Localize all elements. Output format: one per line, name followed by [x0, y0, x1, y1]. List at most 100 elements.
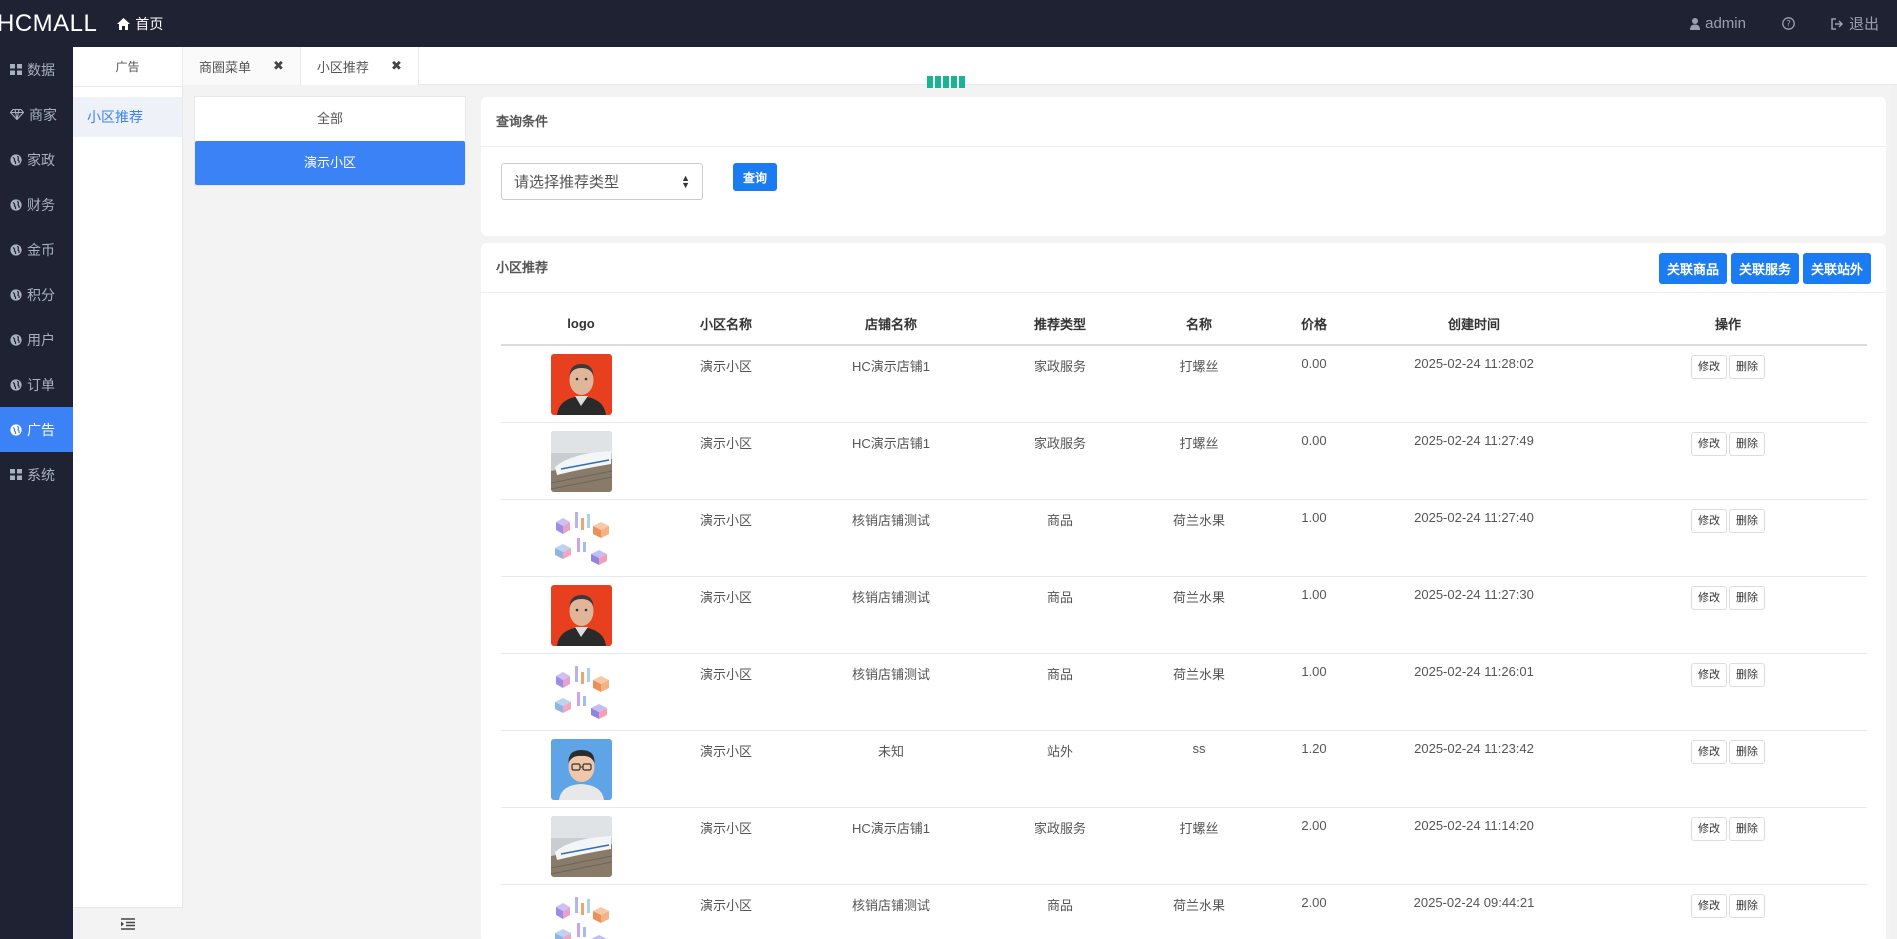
top-bar: HCMALL 首页 admin ? 退出: [0, 0, 1897, 47]
name-cell: ss: [1129, 730, 1269, 808]
tab-label: 小区推荐: [316, 59, 369, 75]
collapse-menu-button[interactable]: [73, 907, 183, 939]
community-item-all[interactable]: 全部: [195, 97, 465, 141]
logo-image[interactable]: [550, 584, 612, 646]
edit-button[interactable]: 修改: [1691, 662, 1727, 687]
edit-button[interactable]: 修改: [1691, 431, 1727, 456]
nav-item-label: 家政: [27, 151, 55, 168]
actions-cell: 修改 删除: [1589, 576, 1867, 654]
search-button[interactable]: 查询: [733, 163, 777, 191]
nav-item-3[interactable]: 财务: [0, 182, 73, 227]
actions-cell: 修改 删除: [1589, 730, 1867, 808]
select-value: 请选择推荐类型: [514, 174, 620, 191]
col-shop: 店铺名称: [791, 303, 991, 346]
page-scrollbar[interactable]: [1890, 85, 1897, 939]
subnav-item-community-recommend[interactable]: 小区推荐: [73, 97, 182, 137]
nav-item-label: 金币: [27, 241, 55, 258]
community-cell: 演示小区: [661, 576, 791, 654]
actions-cell: 修改 删除: [1589, 345, 1867, 423]
name-cell: 打螺丝: [1129, 807, 1269, 885]
nav-item-1[interactable]: 商家: [0, 92, 73, 137]
col-created: 创建时间: [1359, 303, 1589, 346]
community-cell: 演示小区: [661, 807, 791, 885]
name-cell: 荷兰水果: [1129, 576, 1269, 654]
logo-image[interactable]: [550, 430, 612, 492]
indent-icon: [121, 917, 135, 930]
globe-icon: [10, 153, 22, 166]
tab-bar: 商圈菜单 ✖ 小区推荐 ✖: [183, 47, 1897, 85]
user-menu[interactable]: admin: [1672, 15, 1764, 32]
tab-business-menu[interactable]: 商圈菜单 ✖: [183, 47, 301, 85]
price-cell: 2.00: [1269, 807, 1359, 885]
table-row: 演示小区 核销店铺测试 商品 荷兰水果 1.00 2025-02-24 11:27:30 修…: [501, 576, 1867, 654]
price-cell: 1.00: [1269, 576, 1359, 654]
edit-button[interactable]: 修改: [1691, 585, 1727, 610]
delete-button[interactable]: 删除: [1729, 355, 1765, 379]
logo-image[interactable]: [550, 354, 612, 415]
edit-button[interactable]: 修改: [1691, 739, 1727, 764]
edit-button[interactable]: 修改: [1691, 816, 1727, 841]
col-type: 推荐类型: [991, 303, 1129, 346]
delete-button[interactable]: 删除: [1729, 739, 1765, 764]
close-icon[interactable]: ✖: [273, 58, 284, 74]
community-item-demo[interactable]: 演示小区: [195, 141, 465, 185]
nav-item-4[interactable]: 金币: [0, 227, 73, 272]
logo-cell: [501, 576, 661, 654]
community-cell: 演示小区: [661, 653, 791, 731]
delete-button[interactable]: 删除: [1729, 662, 1765, 687]
type-cell: 站外: [991, 730, 1129, 808]
logo-image[interactable]: [550, 815, 612, 877]
community-list: 全部 演示小区: [194, 96, 466, 186]
community-cell: 演示小区: [661, 884, 791, 939]
main-nav: 数据商家家政财务金币积分 用户 订单 广告 系统: [0, 47, 73, 939]
svg-text:?: ?: [1786, 20, 1791, 30]
delete-button[interactable]: 删除: [1729, 585, 1765, 610]
table-row: 演示小区 HC演示店铺1 家政服务 打螺丝 0.00 2025-02-24 11:27:4…: [501, 422, 1867, 500]
edit-button[interactable]: 修改: [1691, 893, 1727, 918]
created-cell: 2025-02-24 11:28:02: [1359, 345, 1589, 423]
nav-item-8[interactable]: 广告: [0, 407, 73, 452]
query-card-title: 查询条件: [481, 97, 1886, 147]
type-cell: 商品: [991, 576, 1129, 654]
user-icon: [1690, 17, 1701, 30]
delete-button[interactable]: 删除: [1729, 816, 1765, 841]
help-button[interactable]: ?: [1764, 17, 1813, 30]
price-cell: 0.00: [1269, 345, 1359, 423]
tab-community-recommend[interactable]: 小区推荐 ✖: [300, 47, 419, 85]
nav-item-2[interactable]: 家政: [0, 137, 73, 182]
name-cell: 打螺丝: [1129, 345, 1269, 423]
col-logo: logo: [501, 303, 661, 346]
delete-button[interactable]: 删除: [1729, 431, 1765, 456]
delete-button[interactable]: 删除: [1729, 893, 1765, 918]
home-link[interactable]: 首页: [117, 14, 163, 34]
link-goods-button[interactable]: 关联商品: [1658, 253, 1727, 284]
nav-item-7[interactable]: 订单: [0, 362, 73, 407]
logo-image[interactable]: [550, 738, 612, 800]
link-service-button[interactable]: 关联服务: [1730, 253, 1799, 284]
recommend-type-select[interactable]: 请选择推荐类型 ▲ ▼: [501, 163, 703, 200]
delete-button[interactable]: 删除: [1729, 508, 1765, 533]
edit-button[interactable]: 修改: [1691, 508, 1727, 533]
nav-item-9[interactable]: 系统: [0, 452, 73, 497]
close-icon[interactable]: ✖: [391, 58, 402, 74]
nav-item-6[interactable]: 用户: [0, 317, 73, 362]
logo-image[interactable]: [550, 507, 612, 569]
logo-cell: [501, 730, 661, 808]
price-cell: 1.00: [1269, 499, 1359, 577]
logo-image[interactable]: [550, 892, 612, 939]
col-community: 小区名称: [661, 303, 791, 346]
created-cell: 2025-02-24 11:27:40: [1359, 499, 1589, 577]
link-external-button[interactable]: 关联站外: [1802, 253, 1871, 284]
edit-button[interactable]: 修改: [1691, 355, 1727, 379]
shop-cell: 核销店铺测试: [791, 499, 991, 577]
recommend-table-card: 小区推荐 关联商品 关联服务 关联站外 logo 小区名称 店铺名称 推荐类型 …: [481, 243, 1886, 939]
nav-item-0[interactable]: 数据: [0, 47, 73, 92]
logout-button[interactable]: 退出: [1813, 13, 1897, 34]
nav-item-label: 数据: [27, 61, 55, 78]
logo-image[interactable]: [550, 661, 612, 723]
type-cell: 商品: [991, 653, 1129, 731]
select-caret-icon: ▲ ▼: [681, 173, 690, 190]
created-cell: 2025-02-24 11:27:49: [1359, 422, 1589, 500]
brand-logo[interactable]: HCMALL: [0, 10, 97, 38]
nav-item-5[interactable]: 积分: [0, 272, 73, 317]
